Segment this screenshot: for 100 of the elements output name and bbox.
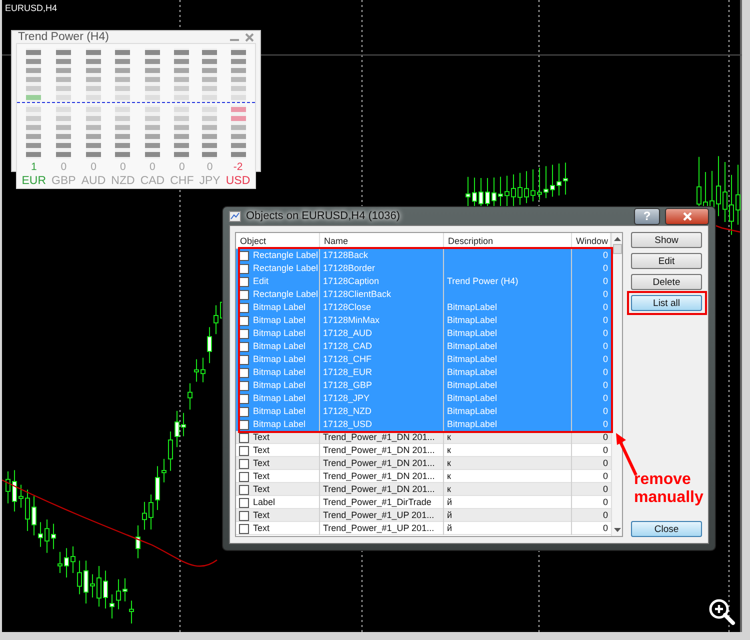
strength-bar — [144, 125, 160, 130]
checkbox[interactable] — [239, 524, 249, 534]
strength-bar — [115, 116, 130, 121]
checkbox[interactable] — [239, 432, 249, 442]
window-number: 0 — [602, 249, 609, 262]
scroll-down-icon[interactable] — [614, 528, 620, 533]
candle — [96, 565, 102, 608]
close-dialog-button[interactable]: Close — [631, 521, 702, 537]
object-type: Bitmap Label — [253, 301, 306, 314]
close-button[interactable] — [665, 208, 709, 224]
candle — [174, 410, 180, 448]
strength-bar — [26, 50, 42, 55]
checkbox[interactable] — [239, 446, 249, 456]
strength-bar — [26, 143, 42, 148]
checkbox[interactable] — [239, 380, 249, 390]
checkbox[interactable] — [239, 250, 249, 260]
candle — [544, 166, 548, 199]
candle — [207, 326, 212, 364]
strength-bar — [230, 125, 246, 130]
checkbox[interactable] — [239, 342, 249, 352]
checkbox[interactable] — [239, 498, 249, 508]
object-type: Rectangle Label — [253, 288, 318, 301]
scroll-up-icon[interactable] — [614, 236, 620, 241]
candle — [110, 594, 114, 619]
strength-bar — [86, 116, 101, 121]
candle — [148, 494, 154, 530]
dialog-button[interactable]: List all — [631, 295, 702, 311]
window-number: 0 — [602, 405, 609, 418]
candle — [12, 470, 17, 512]
checkbox[interactable] — [239, 354, 249, 364]
strength-bar — [144, 77, 160, 82]
object-name: Trend_Power_#1_UP 201... — [320, 522, 444, 535]
object-type: Text — [253, 509, 270, 522]
object-row[interactable]: Text Trend_Power_#1_UP 201... й 0 — [236, 522, 611, 535]
strength-bar — [26, 125, 42, 130]
checkbox[interactable] — [239, 420, 249, 430]
candle — [44, 519, 50, 554]
object-row[interactable]: Text Trend_Power_#1_DN 201... к 0 — [236, 470, 611, 483]
candle — [181, 412, 186, 437]
strength-bar — [174, 143, 190, 148]
currency-label: EUR — [22, 174, 46, 188]
window-number: 0 — [602, 327, 609, 340]
checkbox[interactable] — [239, 264, 249, 274]
dialog-button[interactable]: Delete — [631, 274, 702, 290]
panel-title: Trend Power (H4) — [18, 31, 110, 43]
dialog-button[interactable]: Edit — [631, 253, 702, 269]
strength-bar — [26, 59, 42, 64]
strength-bar — [56, 68, 72, 73]
candle — [214, 304, 218, 335]
object-row[interactable]: Text Trend_Power_#1_DN 201... к 0 — [236, 483, 611, 496]
candle — [32, 496, 36, 536]
strength-bar — [230, 68, 246, 73]
object-type: Rectangle Label — [253, 262, 318, 275]
strength-bar — [230, 143, 246, 148]
window-number: 0 — [602, 366, 609, 379]
object-type: Text — [253, 444, 270, 457]
strength-bar — [86, 152, 101, 157]
close-icon[interactable] — [245, 32, 254, 42]
checkbox[interactable] — [239, 472, 249, 482]
window-number: 0 — [602, 288, 609, 301]
strength-bar — [174, 134, 190, 139]
zoom-in-icon[interactable] — [708, 598, 736, 626]
currency-label: GBP — [52, 174, 76, 188]
checkbox[interactable] — [239, 302, 249, 312]
window-number: 0 — [602, 379, 609, 392]
scroll-thumb[interactable] — [612, 244, 622, 254]
object-row[interactable]: Label Trend_Power_#1_DirTrade й 0 — [236, 496, 611, 509]
strength-bar — [56, 116, 72, 121]
window-number: 0 — [602, 431, 609, 444]
chart-symbol: EURUSD,H4 — [5, 3, 58, 13]
dialog-button[interactable]: Show — [631, 232, 702, 248]
strength-bar — [230, 152, 246, 157]
checkbox[interactable] — [239, 394, 249, 404]
window-number: 0 — [602, 301, 609, 314]
window-number: 0 — [602, 496, 609, 509]
object-row[interactable]: Text Trend_Power_#1_DN 201... к 0 — [236, 457, 611, 470]
checkbox[interactable] — [239, 458, 249, 468]
strength-bar — [86, 95, 101, 100]
strength-bar — [144, 86, 160, 91]
strength-bar — [86, 59, 101, 64]
checkbox[interactable] — [239, 290, 249, 300]
object-row[interactable]: Text Trend_Power_#1_UP 201... й 0 — [236, 509, 611, 522]
strength-bar — [86, 50, 101, 55]
strength-bar — [144, 116, 160, 121]
checkbox[interactable] — [239, 316, 249, 326]
checkbox[interactable] — [239, 510, 249, 520]
strength-bar — [202, 86, 218, 91]
object-row[interactable]: Text Trend_Power_#1_DN 201... к 0 — [236, 444, 611, 457]
checkbox[interactable] — [239, 484, 249, 494]
strength-bar — [144, 134, 160, 139]
strength-value: 0 — [179, 161, 185, 174]
strength-bar — [56, 59, 72, 64]
annotation-text: remove manually — [634, 471, 704, 507]
candle — [18, 484, 24, 508]
window-number: 0 — [602, 457, 609, 470]
checkbox[interactable] — [239, 368, 249, 378]
checkbox[interactable] — [239, 328, 249, 338]
strength-bar — [202, 95, 218, 100]
checkbox[interactable] — [239, 276, 249, 286]
checkbox[interactable] — [239, 406, 249, 416]
